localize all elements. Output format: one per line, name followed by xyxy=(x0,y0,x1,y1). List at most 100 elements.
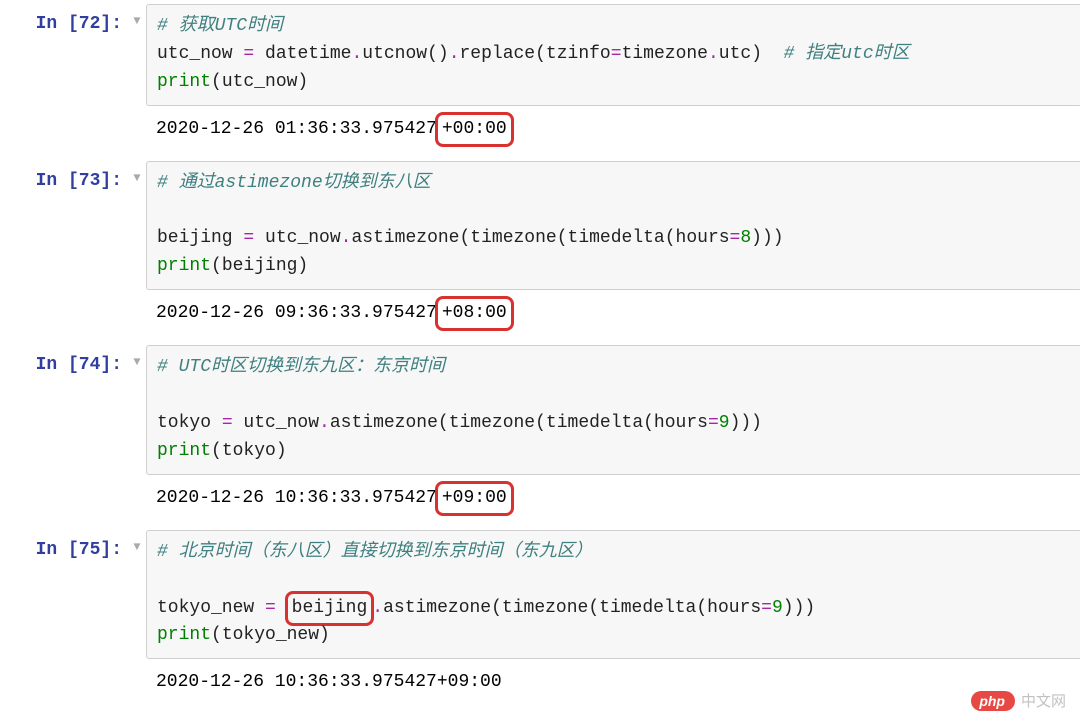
code-cell: In [75]:▼# 北京时间（东八区）直接切换到东京时间（东九区） tokyo… xyxy=(0,530,1080,715)
output-highlighted-segment: +09:00 xyxy=(442,488,507,508)
input-prompt: In [72]: xyxy=(0,4,128,106)
output-collapser-spacer xyxy=(128,665,146,700)
highlight-annotation: +00:00 xyxy=(435,112,514,147)
code-token: utcnow xyxy=(362,44,427,64)
notebook-container: In [72]:▼# 获取UTC时间 utc_now = datetime.ut… xyxy=(0,4,1080,714)
code-token: beijing xyxy=(157,228,243,248)
watermark: php 中文网 xyxy=(971,690,1066,711)
output-area: 2020-12-26 10:36:33.975427+09:00 xyxy=(0,665,1080,700)
code-token: . xyxy=(708,44,719,64)
output-area: 2020-12-26 09:36:33.975427+08:00 xyxy=(0,296,1080,331)
code-token: utc) xyxy=(719,44,784,64)
output-segment: 2020-12-26 10:36:33.975427+09:00 xyxy=(156,672,502,692)
output-text: 2020-12-26 01:36:33.975427+00:00 xyxy=(146,112,1080,147)
output-highlighted-segment: +00:00 xyxy=(442,119,507,139)
code-token: (timezone(timedelta(hours xyxy=(438,413,708,433)
input-prompt: In [74]: xyxy=(0,345,128,475)
output-text: 2020-12-26 10:36:33.975427+09:00 xyxy=(146,665,1080,700)
code-token: = xyxy=(730,228,741,248)
input-prompt: In [75]: xyxy=(0,530,128,660)
input-area: In [74]:▼# UTC时区切换到东九区：东京时间 tokyo = utc_… xyxy=(0,345,1080,475)
output-prompt xyxy=(0,481,128,516)
code-cell: In [72]:▼# 获取UTC时间 utc_now = datetime.ut… xyxy=(0,4,1080,161)
code-token: = xyxy=(708,413,719,433)
highlight-annotation: +08:00 xyxy=(435,296,514,331)
code-token: . xyxy=(319,413,330,433)
output-text: 2020-12-26 10:36:33.975427+09:00 xyxy=(146,481,1080,516)
input-area: In [73]:▼# 通过astimezone切换到东八区 beijing = … xyxy=(0,161,1080,291)
code-token: = xyxy=(265,598,276,618)
code-token: (tzinfo xyxy=(535,44,611,64)
code-token: # 指定utc时区 xyxy=(784,44,910,64)
output-area: 2020-12-26 10:36:33.975427+09:00 xyxy=(0,481,1080,516)
code-token: = xyxy=(222,413,233,433)
output-prompt xyxy=(0,296,128,331)
highlight-annotation: beijing xyxy=(285,591,375,627)
output-collapser-spacer xyxy=(128,481,146,516)
code-token: (beijing) xyxy=(211,256,308,276)
code-token: utc_now xyxy=(233,413,319,433)
code-token: print xyxy=(157,441,211,461)
code-token: utc_now xyxy=(254,228,340,248)
output-prompt xyxy=(0,665,128,700)
collapse-toggle-icon[interactable]: ▼ xyxy=(128,4,146,106)
output-highlighted-segment: +08:00 xyxy=(442,303,507,323)
code-token: tokyo xyxy=(157,413,222,433)
output-collapser-spacer xyxy=(128,112,146,147)
collapse-toggle-icon[interactable]: ▼ xyxy=(128,161,146,291)
code-token: . xyxy=(351,44,362,64)
code-token: . xyxy=(372,598,383,618)
code-token: = xyxy=(243,228,254,248)
code-editor[interactable]: # UTC时区切换到东九区：东京时间 tokyo = utc_now.astim… xyxy=(146,345,1080,475)
code-token: print xyxy=(157,72,211,92)
code-token: = xyxy=(761,598,772,618)
code-editor[interactable]: # 通过astimezone切换到东八区 beijing = utc_now.a… xyxy=(146,161,1080,291)
code-token: (utc_now) xyxy=(211,72,308,92)
code-token: astimezone xyxy=(351,228,459,248)
input-prompt: In [73]: xyxy=(0,161,128,291)
code-token: astimezone xyxy=(330,413,438,433)
output-segment: 2020-12-26 01:36:33.975427 xyxy=(156,119,437,139)
output-text: 2020-12-26 09:36:33.975427+08:00 xyxy=(146,296,1080,331)
code-token: ))) xyxy=(751,228,783,248)
code-token: 9 xyxy=(719,413,730,433)
code-editor[interactable]: # 获取UTC时间 utc_now = datetime.utcnow().re… xyxy=(146,4,1080,106)
code-token: = xyxy=(243,44,254,64)
code-token: utc_now xyxy=(157,44,243,64)
collapse-toggle-icon[interactable]: ▼ xyxy=(128,530,146,660)
code-cell: In [74]:▼# UTC时区切换到东九区：东京时间 tokyo = utc_… xyxy=(0,345,1080,530)
code-token: # 北京时间（东八区）直接切换到东京时间（东九区） xyxy=(157,542,593,562)
code-token: (timezone(timedelta(hours xyxy=(491,598,761,618)
code-token: (tokyo) xyxy=(211,441,287,461)
code-token: . xyxy=(341,228,352,248)
highlight-annotation: +09:00 xyxy=(435,481,514,516)
output-area: 2020-12-26 01:36:33.975427+00:00 xyxy=(0,112,1080,147)
collapse-toggle-icon[interactable]: ▼ xyxy=(128,345,146,475)
input-area: In [72]:▼# 获取UTC时间 utc_now = datetime.ut… xyxy=(0,4,1080,106)
output-prompt xyxy=(0,112,128,147)
code-token: = xyxy=(611,44,622,64)
code-token: () xyxy=(427,44,449,64)
code-token: (tokyo_new) xyxy=(211,625,330,645)
code-token: # 获取UTC时间 xyxy=(157,16,283,36)
watermark-text: 中文网 xyxy=(1021,690,1066,711)
code-token: timezone xyxy=(622,44,708,64)
code-token: datetime xyxy=(254,44,351,64)
code-token: print xyxy=(157,625,211,645)
code-token: ))) xyxy=(730,413,762,433)
code-token: beijing xyxy=(292,598,368,618)
code-token: # UTC时区切换到东九区：东京时间 xyxy=(157,357,445,377)
code-token: 8 xyxy=(740,228,751,248)
output-segment: 2020-12-26 09:36:33.975427 xyxy=(156,303,437,323)
code-token: 9 xyxy=(772,598,783,618)
code-token: (timezone(timedelta(hours xyxy=(460,228,730,248)
output-segment: 2020-12-26 10:36:33.975427 xyxy=(156,488,437,508)
code-token: tokyo_new xyxy=(157,598,265,618)
output-collapser-spacer xyxy=(128,296,146,331)
code-editor[interactable]: # 北京时间（东八区）直接切换到东京时间（东九区） tokyo_new = be… xyxy=(146,530,1080,660)
input-area: In [75]:▼# 北京时间（东八区）直接切换到东京时间（东九区） tokyo… xyxy=(0,530,1080,660)
code-cell: In [73]:▼# 通过astimezone切换到东八区 beijing = … xyxy=(0,161,1080,346)
watermark-pill: php xyxy=(971,691,1015,711)
code-token: ))) xyxy=(783,598,815,618)
code-token: replace xyxy=(460,44,536,64)
